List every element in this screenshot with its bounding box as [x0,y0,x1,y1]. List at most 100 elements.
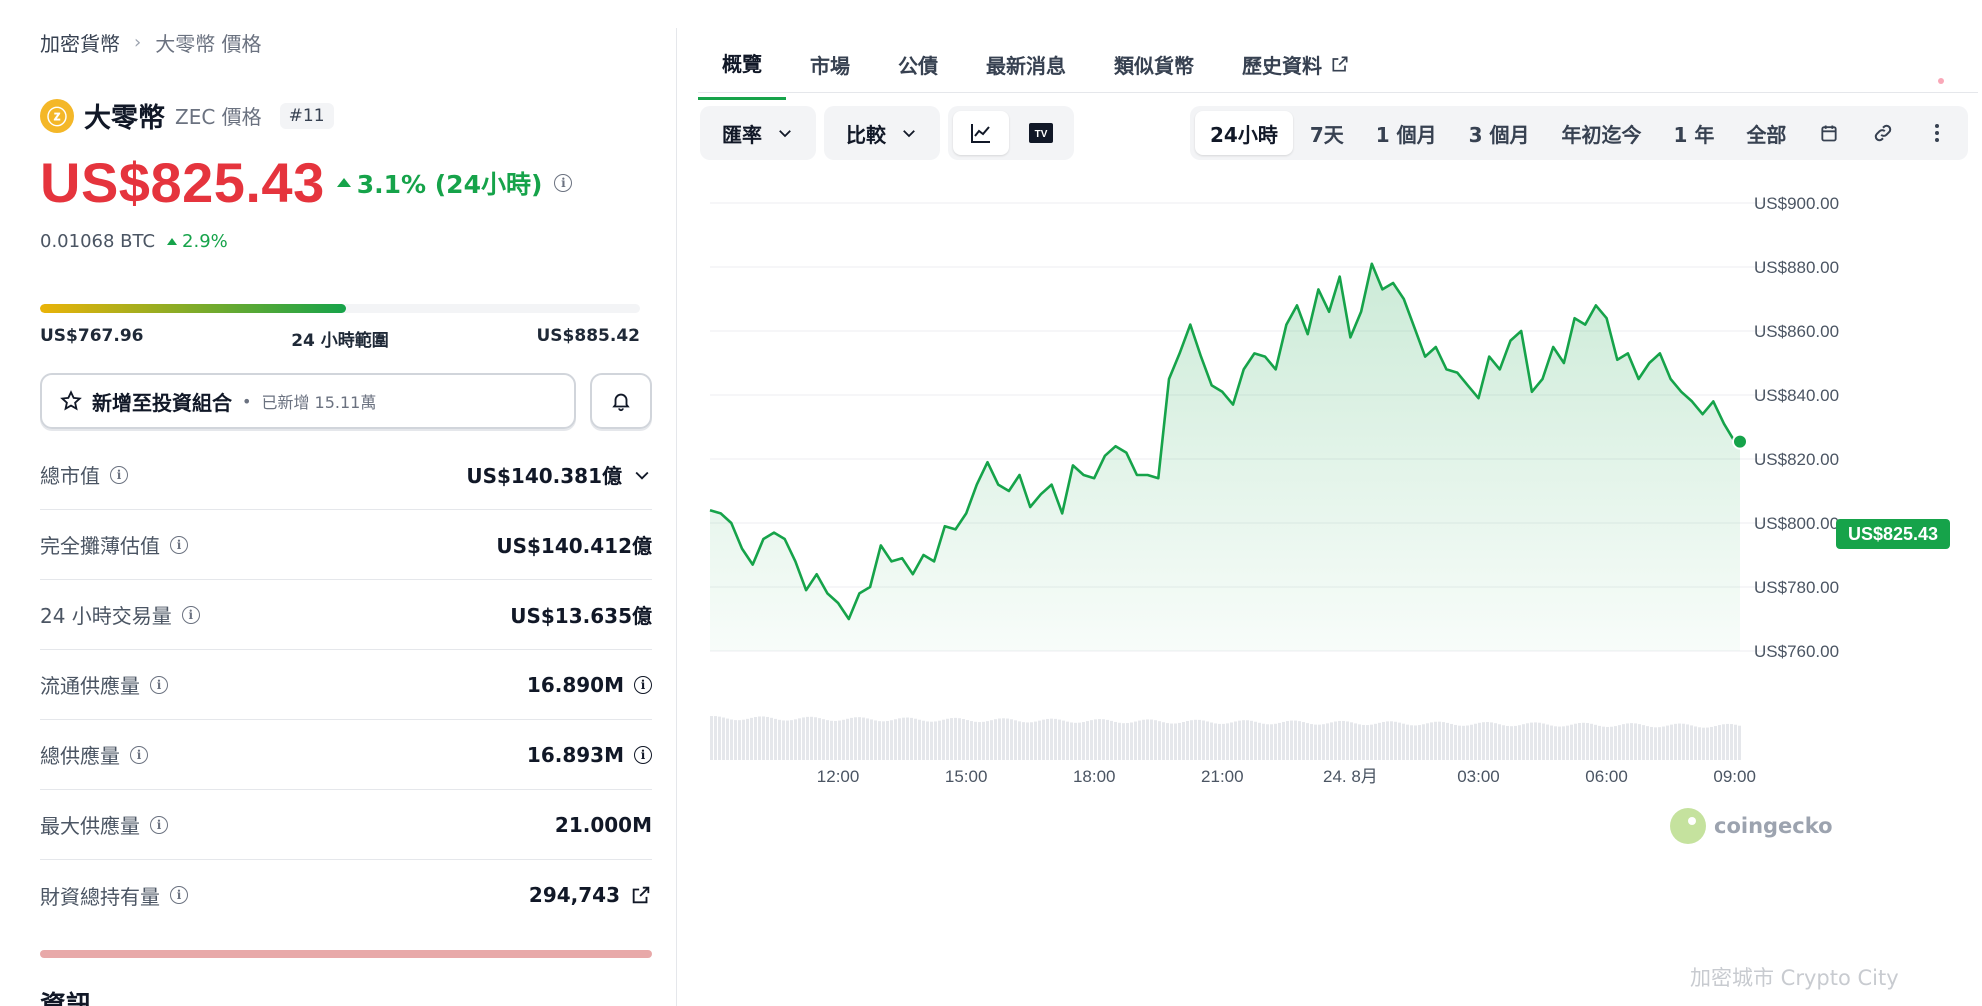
volume-bar [1154,720,1157,760]
volume-bar [742,719,745,760]
tab-overview[interactable]: 概覽 [698,38,786,100]
volume-bar [846,718,849,760]
stat-market-cap: 總市值 i US$140.381億 [40,440,652,510]
volume-bar [1506,725,1509,760]
volume-bar [1226,723,1229,760]
tab-similar-coins[interactable]: 類似貨幣 [1090,38,1218,100]
bell-icon [612,393,630,412]
volume-bar [982,721,985,760]
tab-markets[interactable]: 市場 [786,38,874,100]
coin-info-panel: 加密貨幣 › 大零幣 價格 ⓩ 大零幣 ZEC 價格 #11 US$825.43… [40,0,652,1006]
volume-bar [1078,722,1081,760]
range-all[interactable]: 全部 [1731,111,1801,155]
volume-bar [1166,723,1169,760]
info-icon[interactable]: i [150,675,168,694]
volume-bar [1230,722,1233,760]
info-icon[interactable]: i [150,815,168,834]
volume-bar [1470,724,1473,760]
price-change-text: 3.1% (24小時) [356,169,543,199]
info-icon[interactable]: i [130,745,148,764]
price-alert-button[interactable] [590,373,652,429]
volume-bar [938,720,941,760]
more-options-button[interactable] [1911,111,1963,155]
add-to-portfolio-button[interactable]: 新增至投資組合 • 已新增 15.11萬 [40,373,576,429]
volume-bar [1182,722,1185,760]
info-icon[interactable]: i [554,173,573,192]
stat-key-wrap: 完全攤薄估值 i [40,530,188,559]
volume-bar [1222,723,1225,760]
volume-bar [1510,726,1513,760]
tab-news[interactable]: 最新消息 [962,38,1090,100]
volume-bar [1158,721,1161,760]
volume-bar [1386,721,1389,760]
volume-bar [830,720,833,760]
calendar-button[interactable] [1803,111,1855,155]
volume-bar [1342,720,1345,760]
volume-bar [1250,720,1253,760]
volume-bar [726,718,729,760]
range-high: US$885.42 [536,326,640,346]
tradingview-toggle[interactable]: TV [1013,111,1069,155]
volume-bar [1682,723,1685,760]
volume-bar [866,718,869,760]
info-icon[interactable]: i [634,745,652,764]
range-3m[interactable]: 3 個月 [1454,111,1545,155]
stat-volume-24h: 24 小時交易量 i US$13.635億 [40,580,652,650]
volume-bar [1362,724,1365,760]
notification-dot [1938,78,1944,84]
volume-bar [1094,719,1097,760]
y-tick-label: US$800.00 [1754,514,1839,533]
currency-label: 匯率 [722,122,762,147]
volume-bar [1210,722,1213,760]
volume-bar [734,720,737,760]
stat-value: 16.893M [526,742,624,767]
stat-value: 294,743 [528,883,620,907]
volume-bar [1142,719,1145,760]
stat-value-wrap[interactable]: US$140.381億 [466,460,652,489]
price-change-24h: 3.1% (24小時) [336,165,543,201]
line-chart-toggle[interactable] [953,111,1009,155]
volume-bar [770,717,773,760]
compare-dropdown[interactable]: 比較 [824,106,940,160]
volume-bar [1446,722,1449,760]
volume-bar [1374,723,1377,760]
volume-bar [1666,725,1669,760]
volume-bar [1686,724,1689,760]
volume-bar [1434,721,1437,760]
price-chart[interactable]: US$900.00 US$880.00 US$860.00 US$840.00 US$8… [700,170,1982,1006]
volume-bar [1478,722,1481,760]
volume-bar [1366,725,1369,760]
info-icon[interactable]: i [170,535,188,554]
info-icon[interactable]: i [181,605,200,624]
volume-bar [1338,720,1341,760]
volume-bar [1566,725,1569,760]
volume-bar [1734,724,1737,760]
range-1y[interactable]: 1 年 [1659,111,1730,155]
info-icon[interactable]: i [170,886,188,904]
volume-bar [1106,719,1109,760]
range-1m[interactable]: 1 個月 [1361,111,1452,155]
stat-value-wrap[interactable]: 294,743 [529,883,652,907]
volume-bar [1502,725,1505,760]
info-icon[interactable]: i [634,675,652,694]
currency-dropdown[interactable]: 匯率 [700,106,816,160]
range-ytd[interactable]: 年初迄今 [1547,111,1657,155]
breadcrumb-root[interactable]: 加密貨幣 [40,28,120,57]
volume-bar [1730,724,1733,760]
tab-historical-data[interactable]: 歷史資料 [1218,38,1374,100]
range-24h[interactable]: 24小時 [1195,111,1293,155]
star-icon [60,390,82,411]
range-7d[interactable]: 7天 [1295,111,1359,155]
volume-bar [1334,721,1337,760]
volume-bar [1694,726,1697,760]
share-link-button[interactable] [1857,111,1909,155]
volume-bar [1538,722,1541,760]
volume-bar [1290,720,1293,760]
info-icon[interactable]: i [110,465,128,484]
volume-bar [970,721,973,760]
volume-bar [1662,726,1665,760]
volume-bar [886,720,889,760]
tab-treasuries[interactable]: 公債 [874,38,962,100]
volume-bar [1542,723,1545,760]
tradingview-label: TV [1035,129,1048,140]
